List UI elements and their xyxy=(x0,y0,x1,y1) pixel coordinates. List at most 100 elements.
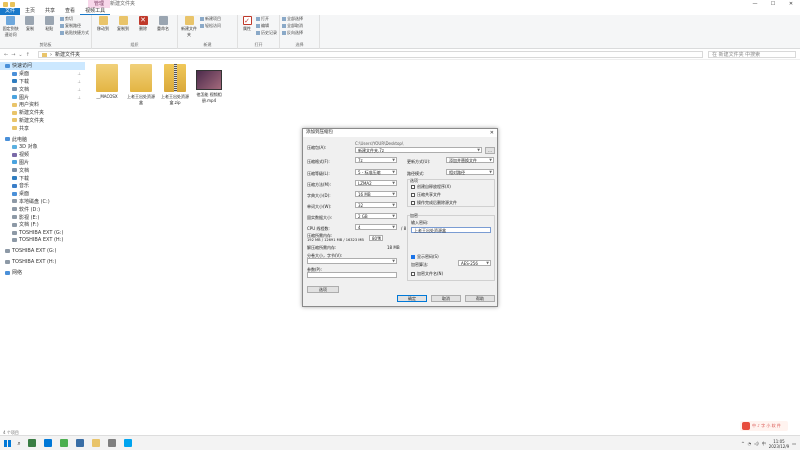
history-button[interactable]: 历史记录 xyxy=(256,30,277,36)
close-button[interactable]: ✕ xyxy=(782,0,800,8)
context-tab-manage[interactable]: 管理 xyxy=(88,0,111,8)
sidebar-item[interactable]: 下载 xyxy=(0,174,85,182)
sidebar-item[interactable]: 快速访问 xyxy=(0,62,85,70)
sidebar-item[interactable]: 文档 xyxy=(0,166,85,174)
sidebar-item[interactable]: 共享 xyxy=(0,124,85,132)
network-icon[interactable]: ◔ xyxy=(748,441,752,446)
up-arrow-icon[interactable]: ↑ xyxy=(26,52,30,58)
notification-icon[interactable]: ▭ xyxy=(792,441,796,446)
sidebar-item[interactable]: 视频 xyxy=(0,151,85,159)
format-combo[interactable]: 7z ▼ xyxy=(355,157,397,163)
taskbar-app-button[interactable] xyxy=(56,436,72,450)
method-combo[interactable]: LZMA2 ▼ xyxy=(355,180,397,186)
copy-to-button[interactable]: 复制到 xyxy=(114,16,132,32)
sidebar-item[interactable]: 本地磁盘 (C:) xyxy=(0,198,85,206)
pin-button[interactable]: 固定到快速访问 xyxy=(2,16,19,38)
sidebar-item[interactable]: 桌面 xyxy=(0,190,85,198)
solid-combo[interactable]: 2 GB ▼ xyxy=(355,213,397,219)
copy-path-button[interactable]: 复制路径 xyxy=(59,23,89,29)
mem-pct-combo[interactable]: 80% ▼ xyxy=(369,235,383,241)
sfx-checkbox[interactable]: 创建自释放程序(X) xyxy=(411,184,451,190)
chevron-up-icon[interactable]: ^ xyxy=(741,441,744,446)
sidebar-item[interactable]: 文档 (F:) xyxy=(0,221,85,229)
paste-button[interactable]: 粘贴 xyxy=(41,16,58,32)
dialog-close-button[interactable]: ✕ xyxy=(490,129,494,137)
path-segment[interactable]: 新建文件夹 xyxy=(55,51,80,58)
file-item[interactable]: 上老王出处资源盒.zip xyxy=(160,64,190,106)
sidebar-item[interactable]: 新建文件夹 xyxy=(0,117,85,125)
sidebar-item[interactable]: 下载 ⊥ xyxy=(0,78,85,86)
properties-icon[interactable] xyxy=(10,1,15,7)
sidebar-item[interactable]: 音乐 xyxy=(0,182,85,190)
split-combo[interactable]: ▼ xyxy=(307,258,397,264)
properties-button[interactable]: ✓ 属性 xyxy=(240,16,254,32)
maximize-button[interactable]: ☐ xyxy=(764,0,782,8)
input-language[interactable]: 中 xyxy=(762,441,766,447)
help-button[interactable]: 帮助 xyxy=(465,295,495,302)
sidebar-item[interactable]: 用户资料 xyxy=(0,101,85,109)
file-item[interactable]: 上老王出处资源盒 xyxy=(126,64,156,106)
taskbar-app-button[interactable] xyxy=(120,436,136,450)
file-item[interactable]: __MACOSX xyxy=(92,64,122,99)
tab-video-tools[interactable]: 视频工具 xyxy=(80,8,111,15)
search-icon[interactable]: ⌕ xyxy=(14,436,24,450)
enc-method-combo[interactable]: AES-256 ▼ xyxy=(458,260,491,266)
delete-after-checkbox[interactable]: 操作完成后删除源文件 xyxy=(411,200,457,206)
move-to-button[interactable]: 移动到 xyxy=(94,16,112,32)
sidebar-item[interactable]: 3D 对象 xyxy=(0,143,85,151)
open-button[interactable]: 打开 xyxy=(256,16,277,22)
folder-icon[interactable] xyxy=(3,1,8,7)
shared-files-checkbox[interactable]: 压缩共享文件 xyxy=(411,192,441,198)
recent-chevron-icon[interactable]: ⌄ xyxy=(18,52,22,58)
archive-name-combo[interactable]: 新建文件夹.7z ▼ xyxy=(355,147,482,153)
forward-arrow-icon[interactable]: → xyxy=(11,52,15,58)
tab-home[interactable]: 主页 xyxy=(20,8,40,15)
minimize-button[interactable]: — xyxy=(746,0,764,8)
sidebar-item[interactable]: TOSHIBA EXT (G:) xyxy=(0,229,85,237)
pathmode-combo[interactable]: 相对路径 ▼ xyxy=(446,169,494,175)
cpu-combo[interactable]: 4 ▼ xyxy=(355,224,397,230)
sidebar-item[interactable]: 影视 (E:) xyxy=(0,213,85,221)
rename-button[interactable]: 重命名 xyxy=(154,16,172,32)
edit-button[interactable]: 编辑 xyxy=(256,23,277,29)
cut-button[interactable]: 剪切 xyxy=(59,16,89,22)
sidebar-item[interactable]: TOSHIBA EXT (H:) xyxy=(0,258,85,266)
sidebar-item[interactable]: 网络 xyxy=(0,269,85,277)
tab-file[interactable]: 文件 xyxy=(0,8,21,15)
update-combo[interactable]: 添加并替换文件 ▼ xyxy=(446,157,494,163)
easy-access-button[interactable]: 轻松访问 xyxy=(200,23,221,29)
taskbar-app-button[interactable] xyxy=(72,436,88,450)
taskbar-app-button[interactable] xyxy=(40,436,56,450)
copy-button[interactable]: 复制 xyxy=(21,16,38,32)
dict-combo[interactable]: 16 MB ▼ xyxy=(355,191,397,197)
cancel-button[interactable]: 取消 xyxy=(431,295,461,302)
taskbar-app-button[interactable] xyxy=(88,436,104,450)
password-input[interactable]: 上老王出处资源盒 xyxy=(411,227,491,233)
level-combo[interactable]: 5 - 标准压缩 ▼ xyxy=(355,169,397,175)
show-password-checkbox[interactable]: 显示密码(S) xyxy=(411,254,439,260)
search-input[interactable]: 在 新建文件夹 中搜索 xyxy=(708,51,796,58)
word-combo[interactable]: 32 ▼ xyxy=(355,202,397,208)
browse-button[interactable]: ... xyxy=(485,147,495,154)
taskbar-app-button[interactable] xyxy=(104,436,120,450)
sidebar-item[interactable]: 新建文件夹 xyxy=(0,109,85,117)
encrypt-names-checkbox[interactable]: 加密文件名(N) xyxy=(411,271,443,277)
ok-button[interactable]: 确定 xyxy=(397,295,427,302)
select-all-button[interactable]: 全部选择 xyxy=(282,16,303,22)
sidebar-item[interactable]: 图片 ⊥ xyxy=(0,93,85,101)
clock[interactable]: 11:05 2023/12/9 xyxy=(769,439,790,449)
delete-button[interactable]: ✕ 删除 xyxy=(134,16,152,32)
sidebar-item[interactable]: 文档 ⊥ xyxy=(0,85,85,93)
new-item-button[interactable]: 新建项目 xyxy=(200,16,221,22)
paste-shortcut-button[interactable]: 粘贴快捷方式 xyxy=(59,30,89,36)
sidebar-item[interactable]: TOSHIBA EXT (H:) xyxy=(0,237,85,245)
sidebar-item[interactable]: TOSHIBA EXT (G:) xyxy=(0,247,85,255)
tab-share[interactable]: 共享 xyxy=(40,8,60,15)
params-input[interactable] xyxy=(307,272,397,278)
select-none-button[interactable]: 全部取消 xyxy=(282,23,303,29)
file-item[interactable]: 他怎能 视频相册.mp4 xyxy=(194,64,224,104)
taskbar-app-button[interactable] xyxy=(24,436,40,450)
back-arrow-icon[interactable]: ← xyxy=(4,52,8,58)
sidebar-item[interactable]: 软件 (D:) xyxy=(0,205,85,213)
sidebar-item[interactable]: 桌面 ⊥ xyxy=(0,70,85,78)
